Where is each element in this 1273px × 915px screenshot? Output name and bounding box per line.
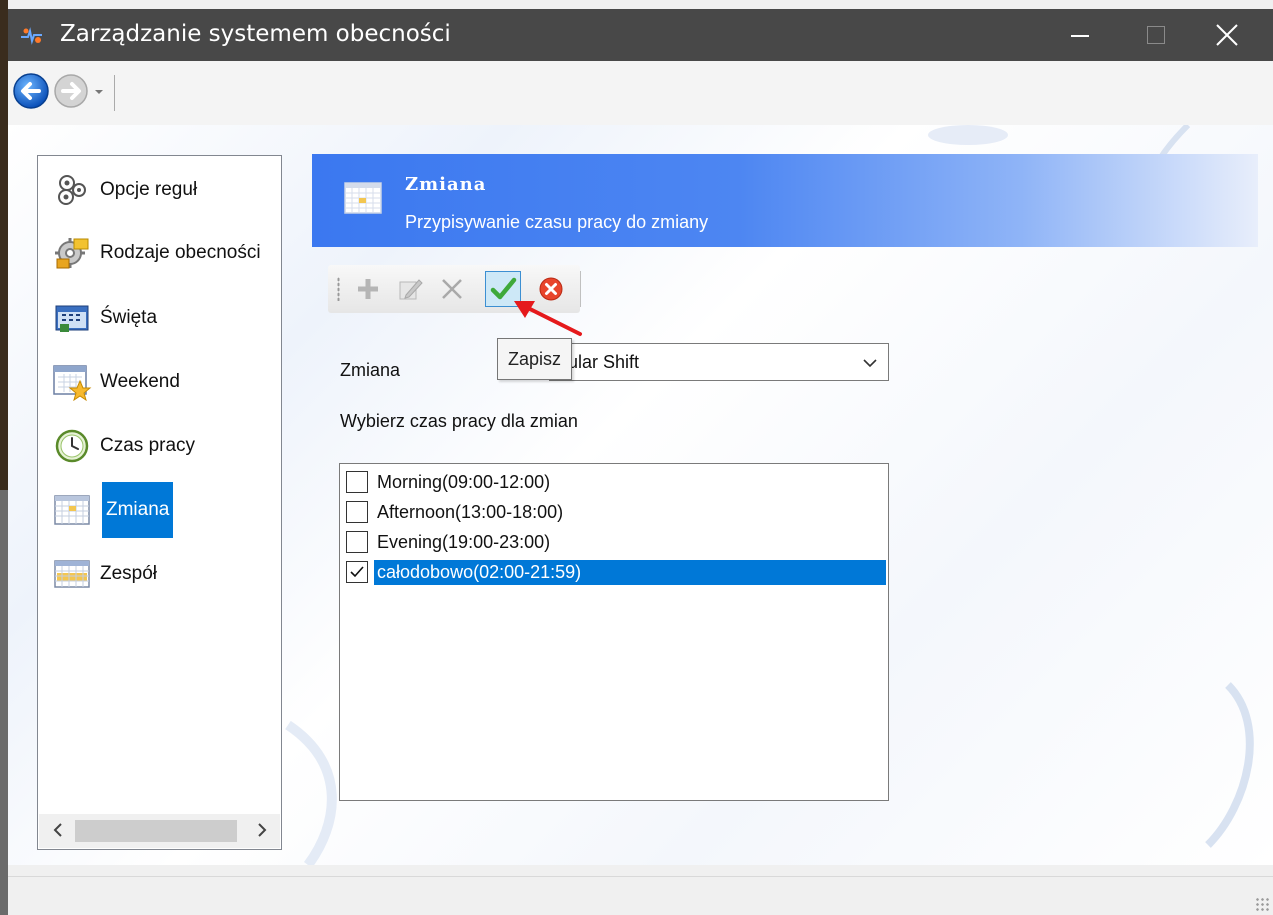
sidebar-item-rule-options[interactable]: Opcje reguł (50, 170, 197, 210)
shift-label: Zmiana (340, 360, 401, 380)
settings-sidebar: Opcje reguł Rodzaje obecności Święta Wee… (37, 155, 282, 850)
dropdown-arrow-icon[interactable] (92, 83, 106, 101)
sidebar-item-attendance-types[interactable]: Rodzaje obecności (50, 233, 261, 273)
resize-grip-icon[interactable] (1255, 897, 1269, 911)
checkbox[interactable] (346, 501, 368, 523)
checkmark-icon (350, 566, 364, 578)
list-item-label: Afternoon(13:00-18:00) (377, 501, 564, 522)
scrollbar-thumb[interactable] (75, 820, 237, 842)
edit-icon[interactable] (392, 271, 428, 307)
scroll-right-icon[interactable] (255, 822, 269, 838)
window-left-edge-lower (0, 490, 8, 915)
status-bar (8, 876, 1273, 915)
list-item-label: całodobowo(02:00-21:59) (374, 559, 886, 585)
action-toolbar (328, 265, 581, 313)
sidebar-item-work-time[interactable]: Czas pracy (50, 426, 195, 466)
maximize-icon[interactable] (1117, 9, 1187, 61)
sidebar-item-label: Opcje reguł (100, 179, 198, 200)
list-item[interactable]: Afternoon(13:00-18:00) (346, 498, 886, 526)
attendance-types-icon (50, 233, 94, 273)
clock-icon (50, 426, 94, 466)
sidebar-item-label: Zmiana (102, 482, 174, 538)
save-check-icon[interactable] (485, 271, 521, 307)
weekend-calendar-star-icon (50, 362, 94, 402)
sidebar-item-label: Czas pracy (100, 435, 196, 456)
sidebar-item-label: Zespół (100, 563, 158, 584)
team-grid-icon (50, 554, 94, 594)
list-item[interactable]: Morning(09:00-12:00) (346, 468, 886, 496)
checkbox[interactable] (346, 531, 368, 553)
sidebar-item-holidays[interactable]: Święta (50, 298, 157, 338)
sidebar-item-weekend[interactable]: Weekend (50, 362, 180, 402)
section-header: Zmiana Przypisywanie czasu pracy do zmia… (312, 154, 1258, 247)
save-tooltip: Zapisz (497, 338, 573, 380)
cancel-icon[interactable] (533, 271, 569, 307)
sidebar-horizontal-scrollbar[interactable] (39, 814, 280, 848)
toolbar-grip[interactable] (337, 277, 340, 301)
checkbox-checked[interactable] (346, 561, 368, 583)
title-bar[interactable]: Zarządzanie systemem obecności (8, 9, 1273, 61)
minimize-icon[interactable] (1043, 9, 1113, 61)
work-time-label: Wybierz czas pracy dla zmian (340, 411, 578, 431)
window-title: Zarządzanie systemem obecności (60, 21, 451, 47)
page-subtitle: Przypisywanie czasu pracy do zmiany (405, 212, 709, 232)
list-item-label: Morning(09:00-12:00) (377, 471, 551, 492)
checkbox[interactable] (346, 471, 368, 493)
forward-arrow-icon[interactable] (52, 72, 90, 110)
close-icon[interactable] (1193, 9, 1263, 61)
rules-options-icon (50, 170, 94, 210)
app-logo-icon (21, 27, 42, 45)
shift-select[interactable]: gular Shift (549, 343, 889, 381)
scroll-left-icon[interactable] (51, 822, 65, 838)
sidebar-item-label: Święta (100, 307, 158, 328)
list-item[interactable]: całodobowo(02:00-21:59) (346, 558, 886, 586)
sidebar-item-shift[interactable]: Zmiana (50, 482, 174, 538)
work-time-checklist[interactable]: Morning(09:00-12:00) Afternoon(13:00-18:… (339, 463, 889, 801)
sidebar-item-label: Weekend (100, 371, 180, 392)
chevron-down-icon[interactable] (862, 357, 878, 369)
sidebar-item-team[interactable]: Zespół (50, 554, 157, 594)
holidays-icon (50, 298, 94, 338)
delete-icon[interactable] (434, 271, 470, 307)
toolbar-separator (114, 75, 115, 111)
back-arrow-icon[interactable] (12, 72, 50, 110)
app-window: Zarządzanie systemem obecności Opcje reg… (0, 0, 1273, 915)
navigation-toolbar (8, 61, 1273, 125)
sidebar-item-label: Rodzaje obecności (100, 242, 261, 263)
list-item[interactable]: Evening(19:00-23:00) (346, 528, 886, 556)
add-icon[interactable] (350, 271, 386, 307)
page-title: Zmiana (405, 174, 487, 195)
shift-grid-icon (344, 182, 382, 214)
list-item-label: Evening(19:00-23:00) (377, 531, 551, 552)
shift-grid-icon (50, 490, 94, 530)
toolbar-end-separator (580, 271, 581, 307)
